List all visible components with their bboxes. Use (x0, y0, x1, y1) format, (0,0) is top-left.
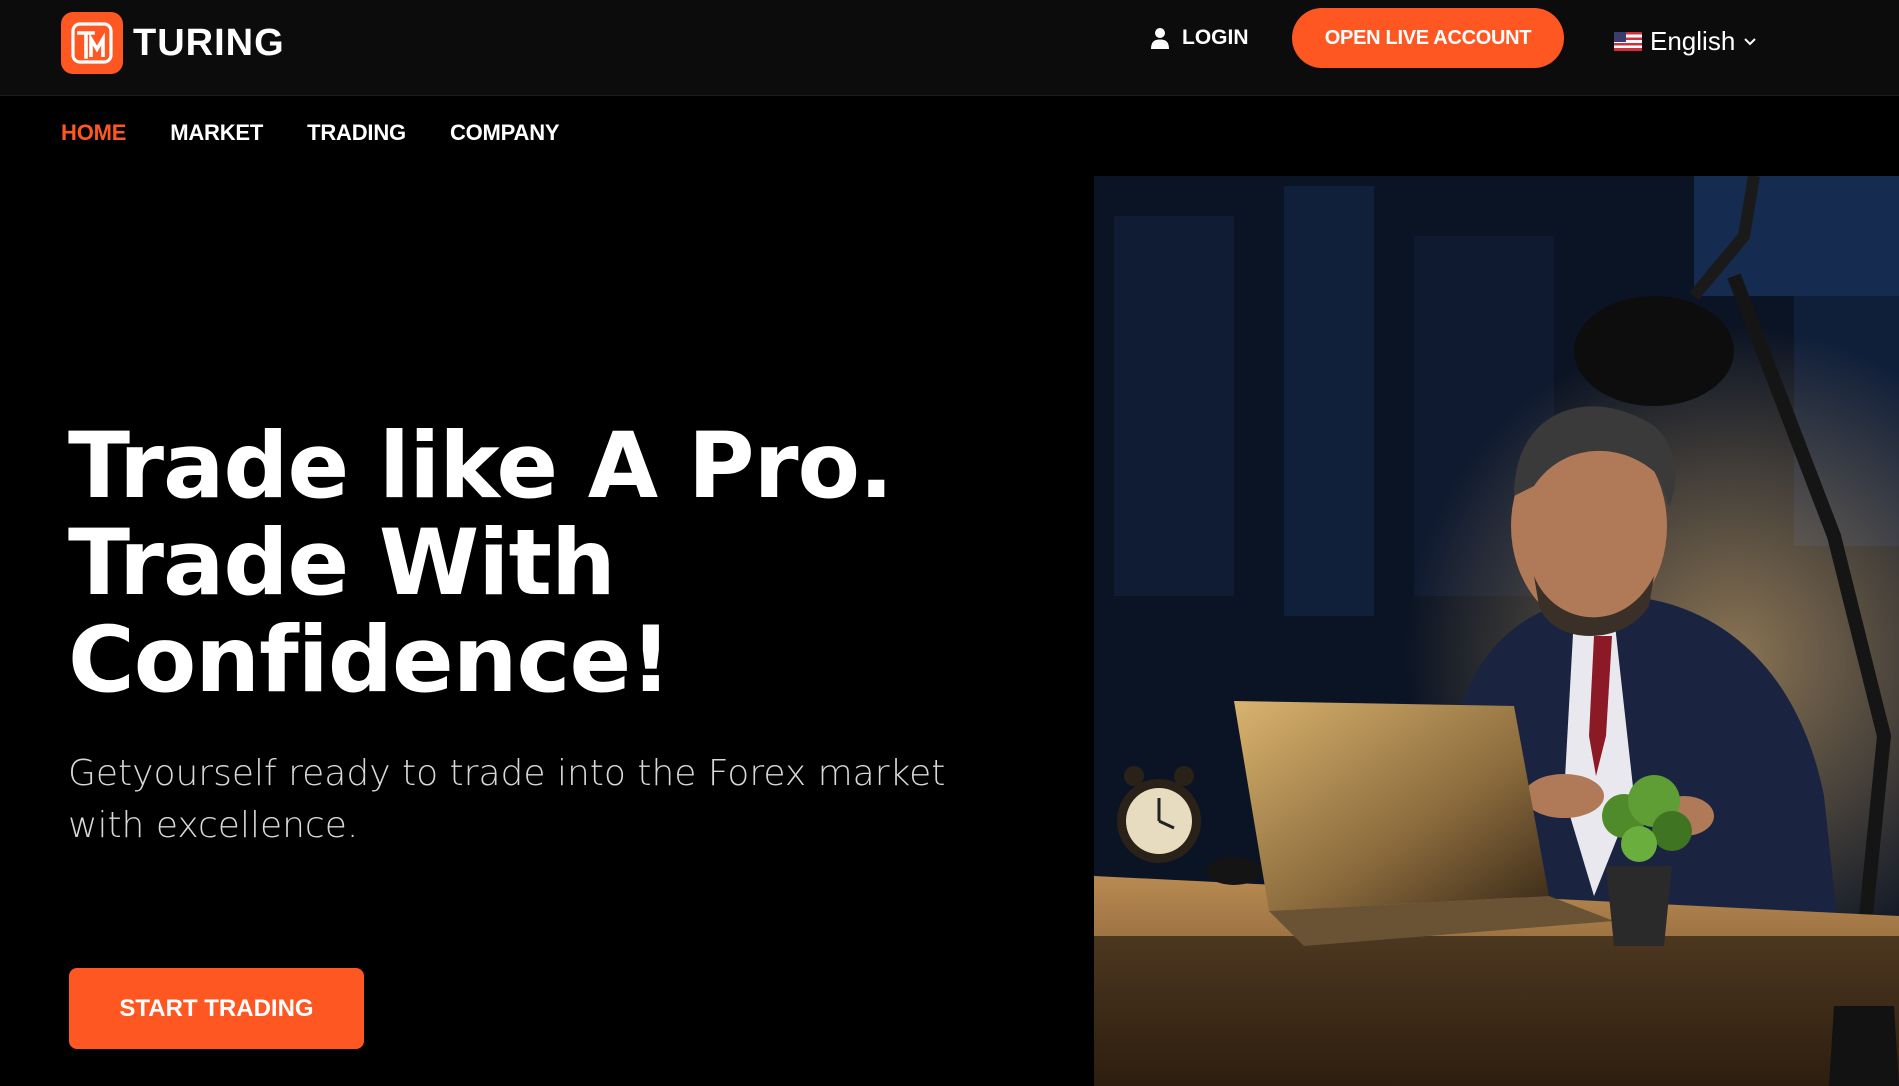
nav-item-trading[interactable]: TRADING (307, 120, 406, 146)
main-nav: HOME MARKET TRADING COMPANY (61, 120, 560, 146)
user-icon (1151, 28, 1169, 49)
brand-name: TURING (133, 21, 285, 64)
headline-line-1: Trade like A Pro. (68, 414, 894, 519)
open-live-account-button[interactable]: OPEN LIVE ACCOUNT (1292, 8, 1564, 68)
login-link[interactable]: LOGIN (1150, 26, 1249, 50)
language-label: English (1650, 26, 1736, 56)
headline-line-2: Trade With (68, 511, 616, 616)
hero-headline: Trade like A Pro. Trade With Confidence! (68, 414, 894, 713)
hero-subtitle: Getyourself ready to trade into the Fore… (68, 753, 946, 846)
chevron-down-icon (1744, 37, 1756, 45)
brand[interactable]: TURING (61, 12, 285, 74)
top-bar: TURING LOGIN OPEN LIVE ACCOUNT English (0, 0, 1899, 96)
login-label: LOGIN (1182, 26, 1249, 49)
headline-line-3: Confidence! (68, 608, 672, 713)
start-trading-button[interactable]: START TRADING (69, 968, 364, 1049)
hero-image (1094, 176, 1899, 1086)
logo-icon (61, 12, 123, 74)
nav-item-home[interactable]: HOME (61, 120, 126, 146)
nav-item-company[interactable]: COMPANY (450, 120, 560, 146)
us-flag-icon (1614, 32, 1642, 51)
language-selector[interactable]: English (1614, 26, 1757, 57)
nav-item-market[interactable]: MARKET (170, 120, 263, 146)
